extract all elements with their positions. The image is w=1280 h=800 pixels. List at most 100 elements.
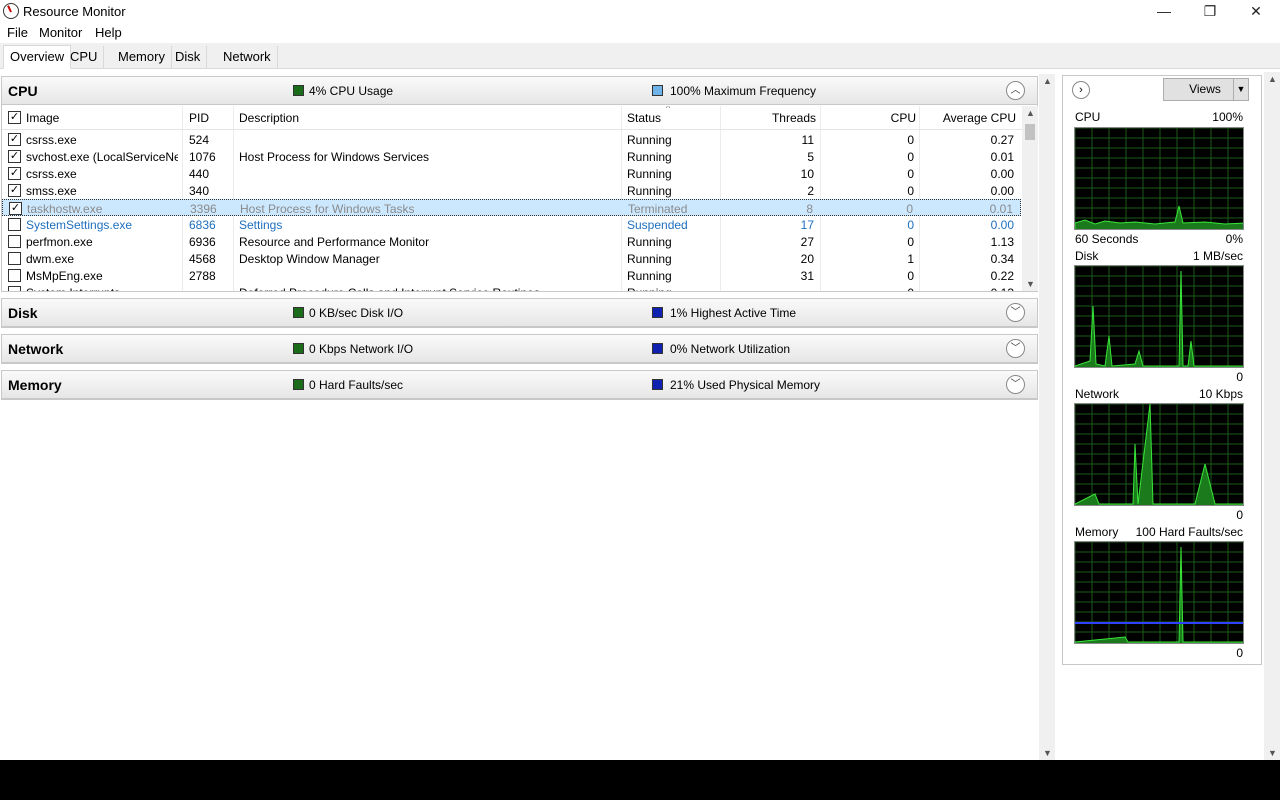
table-row[interactable]: ✓ csrss.exe 524 Running 11 0 0.27 <box>2 131 1021 148</box>
row-checkbox[interactable]: ✓ <box>8 150 21 163</box>
right-pane-scrollbar[interactable]: ▲ ▼ <box>1264 72 1280 760</box>
window-title: Resource Monitor <box>23 4 126 19</box>
restore-button[interactable]: ❐ <box>1187 0 1233 22</box>
cell-description: Host Process for Windows Services <box>239 150 430 164</box>
table-row[interactable]: perfmon.exe 6936 Resource and Performance … <box>2 233 1021 250</box>
col-cpu[interactable]: CPU <box>891 111 916 125</box>
row-checkbox[interactable]: ✓ <box>8 167 21 180</box>
table-row[interactable]: MsMpEng.exe 2788 Running 31 0 0.22 <box>2 267 1021 284</box>
section-title: Disk <box>8 305 38 321</box>
expand-icon[interactable]: ﹀ <box>1006 303 1025 322</box>
table-row[interactable]: dwm.exe 4568 Desktop Window Manager Running… <box>2 250 1021 267</box>
col-threads[interactable]: Threads <box>772 111 816 125</box>
col-average-cpu[interactable]: Average CPU <box>943 111 1016 125</box>
cell-average-cpu: 0.34 <box>990 252 1014 266</box>
col-pid[interactable]: PID <box>189 111 209 125</box>
cell-threads: 17 <box>800 218 814 232</box>
expand-icon[interactable]: ﹀ <box>1006 375 1025 394</box>
tab-network[interactable]: Network <box>217 46 278 68</box>
cell-cpu: 0 <box>907 133 914 147</box>
tab-overview[interactable]: Overview <box>3 45 72 69</box>
cell-status: Running <box>627 286 672 291</box>
col-image[interactable]: Image <box>26 111 59 125</box>
scroll-up-icon[interactable]: ▲ <box>1264 74 1280 84</box>
network-graph <box>1074 403 1244 506</box>
cell-cpu: 0 <box>907 150 914 164</box>
cell-status: Running <box>627 252 672 266</box>
col-status[interactable]: Status <box>627 111 661 125</box>
tab-cpu[interactable]: CPU <box>64 46 105 68</box>
max-frequency-text: 100% Maximum Frequency <box>670 84 817 98</box>
memory-section: Memory 0 Hard Faults/sec 21% Used Physic… <box>1 370 1038 400</box>
row-checkbox[interactable] <box>8 269 21 282</box>
table-row[interactable]: ✓ svchost.exe (LocalServiceNet... 1076 Host… <box>2 148 1021 165</box>
cell-pid: 2788 <box>189 269 216 283</box>
cell-cpu: 0 <box>907 235 914 249</box>
row-checkbox[interactable] <box>8 286 21 291</box>
cpu-graph-max: 100% <box>1212 110 1243 124</box>
cell-image: dwm.exe <box>26 252 75 266</box>
memory-graph-title: Memory <box>1075 525 1119 539</box>
disk-section-header[interactable]: Disk 0 KB/sec Disk I/O 1% Highest Active… <box>2 299 1037 327</box>
menu-file[interactable]: File <box>7 25 28 40</box>
table-row[interactable]: System Interrupts - Deferred Procedure Cal… <box>2 284 1021 291</box>
cell-status: Running <box>627 269 672 283</box>
network-graph-max: 10 Kbps <box>1198 387 1243 401</box>
disk-io-text: 0 KB/sec Disk I/O <box>309 306 404 320</box>
table-row[interactable]: ✓ smss.exe 340 Running 2 0 0.00 <box>2 182 1021 199</box>
chevron-right-icon[interactable]: › <box>1072 81 1090 99</box>
disk-graph <box>1074 265 1244 368</box>
collapse-icon[interactable]: ︿ <box>1006 81 1025 100</box>
cell-pid: 340 <box>189 184 210 198</box>
cell-image: System Interrupts <box>26 286 120 291</box>
views-dropdown-icon[interactable]: ▼ <box>1233 78 1249 101</box>
row-checkbox[interactable]: ✓ <box>8 184 21 197</box>
scroll-down-icon[interactable]: ▼ <box>1039 748 1056 758</box>
cpu-section-header[interactable]: CPU 4% CPU Usage 100% Maximum Frequency … <box>2 77 1037 105</box>
row-checkbox[interactable] <box>8 218 21 231</box>
cell-description: Resource and Performance Monitor <box>239 235 430 249</box>
select-all-checkbox[interactable]: ✓ <box>8 111 21 124</box>
sort-arrow-icon: ^ <box>666 106 671 113</box>
cell-average-cpu: 1.13 <box>990 235 1014 249</box>
overview-pane: CPU 4% CPU Usage 100% Maximum Frequency … <box>0 70 1056 760</box>
cell-cpu: 0 <box>906 202 913 216</box>
network-utilization-swatch <box>652 343 663 354</box>
physical-memory-swatch <box>652 379 663 390</box>
cell-threads: 2 <box>807 184 814 198</box>
overview-scrollbar[interactable]: ▲ ▼ <box>1039 74 1055 760</box>
title-bar: Resource Monitor — ❐ ✕ <box>0 0 1280 22</box>
cell-threads: 27 <box>800 235 814 249</box>
table-row[interactable]: ✓ csrss.exe 440 Running 10 0 0.00 <box>2 165 1021 182</box>
row-checkbox[interactable] <box>8 235 21 248</box>
scroll-up-icon[interactable]: ▲ <box>1039 76 1056 86</box>
minimize-button[interactable]: — <box>1141 0 1187 22</box>
col-description[interactable]: Description <box>239 111 299 125</box>
network-section-header[interactable]: Network 0 Kbps Network I/O 0% Network Ut… <box>2 335 1037 363</box>
memory-section-header[interactable]: Memory 0 Hard Faults/sec 21% Used Physic… <box>2 371 1037 399</box>
cpu-table-scrollbar[interactable]: ▲ ▼ <box>1022 106 1038 291</box>
tab-disk[interactable]: Disk <box>169 46 208 68</box>
menu-help[interactable]: Help <box>95 25 122 40</box>
scroll-thumb[interactable] <box>1025 124 1035 140</box>
row-checkbox[interactable]: ✓ <box>9 202 22 215</box>
table-row[interactable]: SystemSettings.exe 6836 Settings Suspended 1… <box>2 216 1021 233</box>
cell-description: Host Process for Windows Tasks <box>240 202 415 216</box>
menu-monitor[interactable]: Monitor <box>39 25 82 40</box>
tab-strip: Overview CPU Memory Disk Network <box>0 43 1280 69</box>
active-time-swatch <box>652 307 663 318</box>
disk-section: Disk 0 KB/sec Disk I/O 1% Highest Active… <box>1 298 1038 328</box>
tab-memory[interactable]: Memory <box>112 46 172 68</box>
table-row[interactable]: ✓ taskhostw.exe 3396 Host Process for Windo… <box>2 199 1021 216</box>
scroll-down-icon[interactable]: ▼ <box>1022 279 1039 289</box>
cell-status: Terminated <box>628 202 688 216</box>
cell-cpu: 0 <box>907 286 914 291</box>
close-button[interactable]: ✕ <box>1233 0 1279 22</box>
scroll-up-icon[interactable]: ▲ <box>1022 108 1039 118</box>
row-checkbox[interactable] <box>8 252 21 265</box>
cell-average-cpu: 0.01 <box>990 150 1014 164</box>
scroll-down-icon[interactable]: ▼ <box>1264 748 1280 758</box>
expand-icon[interactable]: ﹀ <box>1006 339 1025 358</box>
cell-threads: 5 <box>807 150 814 164</box>
row-checkbox[interactable]: ✓ <box>8 133 21 146</box>
